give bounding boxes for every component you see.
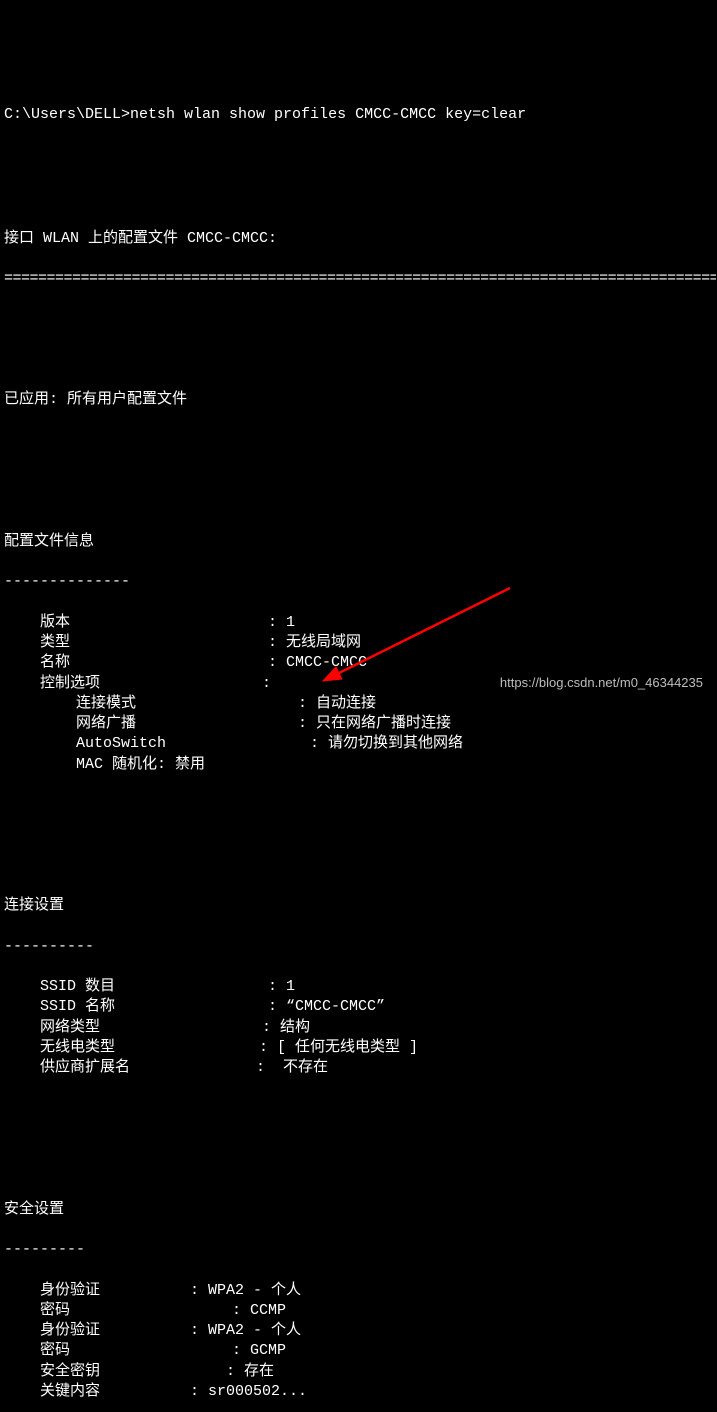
kv-row: 类型 : 无线局域网 [4,633,717,653]
command-prompt-line: C:\Users\DELL>netsh wlan show profiles C… [4,105,717,125]
dash-divider: --------- [4,1240,717,1260]
kv-row: 网络类型 : 结构 [4,1018,717,1038]
section-security-title: 安全设置 [4,1200,717,1220]
kv-row: 供应商扩展名 : 不存在 [4,1058,717,1078]
applied-label: 已应用: [4,391,58,408]
kv-row: 无线电类型 : [ 任何无线电类型 ] [4,1038,717,1058]
kv-row: 连接模式 : 自动连接 [4,694,717,714]
dash-divider: -------------- [4,572,717,592]
kv-row: 密码 : CCMP [4,1301,717,1321]
kv-row: 身份验证 : WPA2 - 个人 [4,1321,717,1341]
section-security-body: 身份验证 : WPA2 - 个人 密码 : CCMP 身份验证 : WPA2 -… [4,1281,717,1403]
kv-row: 安全密钥 : 存在 [4,1362,717,1382]
command-text: netsh wlan show profiles CMCC-CMCC key=c… [130,106,526,123]
kv-row: SSID 数目 : 1 [4,977,717,997]
blank [4,815,717,835]
watermark-text: https://blog.csdn.net/m0_46344235 [500,674,703,692]
section-profile-info-body: 版本 : 1 类型 : 无线局域网 名称 : CMCC-CMCC 控制选项 : … [4,613,717,775]
blank [4,1119,717,1139]
kv-row: 版本 : 1 [4,613,717,633]
interface-header: 接口 WLAN 上的配置文件 CMCC-CMCC: [4,229,717,249]
kv-row: 密码 : GCMP [4,1341,717,1361]
blank [4,330,717,350]
kv-row: 名称 : CMCC-CMCC [4,653,717,673]
kv-row: 关键内容 : sr000502... [4,1382,717,1402]
applied-line: 已应用: 所有用户配置文件 [4,390,717,410]
kv-row: AutoSwitch : 请勿切换到其他网络 [4,734,717,754]
section-connection-body: SSID 数目 : 1 SSID 名称 : “CMCC-CMCC” 网络类型 :… [4,977,717,1078]
equals-divider: ========================================… [4,269,716,289]
section-connection-title: 连接设置 [4,896,717,916]
kv-row: SSID 名称 : “CMCC-CMCC” [4,997,717,1017]
kv-row: MAC 随机化: 禁用 [4,755,717,775]
section-profile-info-title: 配置文件信息 [4,532,717,552]
prompt-path: C:\Users\DELL> [4,106,130,123]
kv-row: 网络广播 : 只在网络广播时连接 [4,714,717,734]
dash-divider: ---------- [4,937,717,957]
kv-row: 身份验证 : WPA2 - 个人 [4,1281,717,1301]
applied-value: 所有用户配置文件 [67,391,187,408]
blank [4,168,717,188]
blank [4,451,717,471]
